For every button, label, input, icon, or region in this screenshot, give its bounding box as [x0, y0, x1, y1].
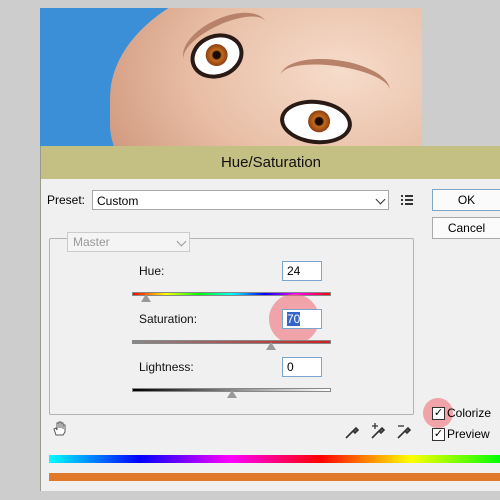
preview-label[interactable]: Preview [447, 427, 490, 441]
colorize-checkmark: ✓ [433, 407, 444, 419]
eyedropper-plus-icon[interactable] [369, 422, 387, 440]
hue-label: Hue: [139, 264, 165, 278]
preset-menu-icon[interactable] [401, 194, 415, 206]
hand-adjust-icon[interactable] [51, 420, 69, 438]
channel-value: Master [73, 235, 110, 249]
lightness-slider-thumb[interactable] [226, 390, 237, 398]
lightness-input[interactable]: 0 [282, 357, 322, 377]
preview-checkbox[interactable]: ✓ [432, 428, 445, 441]
result-color-bar [49, 473, 500, 481]
preset-label: Preset: [47, 193, 86, 207]
lightness-value: 0 [287, 360, 294, 374]
preset-value: Custom [97, 194, 139, 208]
colorize-label[interactable]: Colorize [447, 406, 491, 420]
saturation-slider-thumb[interactable] [266, 342, 277, 350]
chevron-down-icon [375, 194, 386, 205]
source-color-bar [49, 455, 500, 463]
hue-input[interactable]: 24 [282, 261, 322, 281]
channel-select[interactable]: Master [67, 232, 190, 252]
cancel-button[interactable]: Cancel [432, 217, 500, 239]
eyedropper-minus-icon[interactable] [395, 422, 413, 440]
photo-canvas [40, 8, 422, 148]
preset-select[interactable]: Custom [92, 190, 389, 210]
saturation-label: Saturation: [139, 312, 198, 326]
iris-right-selection [305, 108, 333, 135]
hue-value: 24 [287, 264, 301, 278]
lightness-label: Lightness: [139, 360, 194, 374]
saturation-input[interactable]: 70 [282, 309, 322, 329]
chevron-down-icon [176, 236, 187, 247]
colorize-checkbox[interactable]: ✓ [432, 407, 445, 420]
ok-button[interactable]: OK [432, 189, 500, 211]
preview-checkmark: ✓ [433, 428, 444, 440]
saturation-value: 70 [287, 312, 301, 326]
iris-left-selection [201, 39, 233, 71]
dialog-title: Hue/Saturation [41, 146, 500, 179]
eyedropper-icon[interactable] [343, 422, 361, 440]
hue-saturation-dialog: Hue/Saturation Preset: Custom OK Cancel … [40, 146, 500, 491]
saturation-slider-track[interactable] [132, 340, 331, 344]
hue-slider-thumb[interactable] [140, 294, 151, 302]
